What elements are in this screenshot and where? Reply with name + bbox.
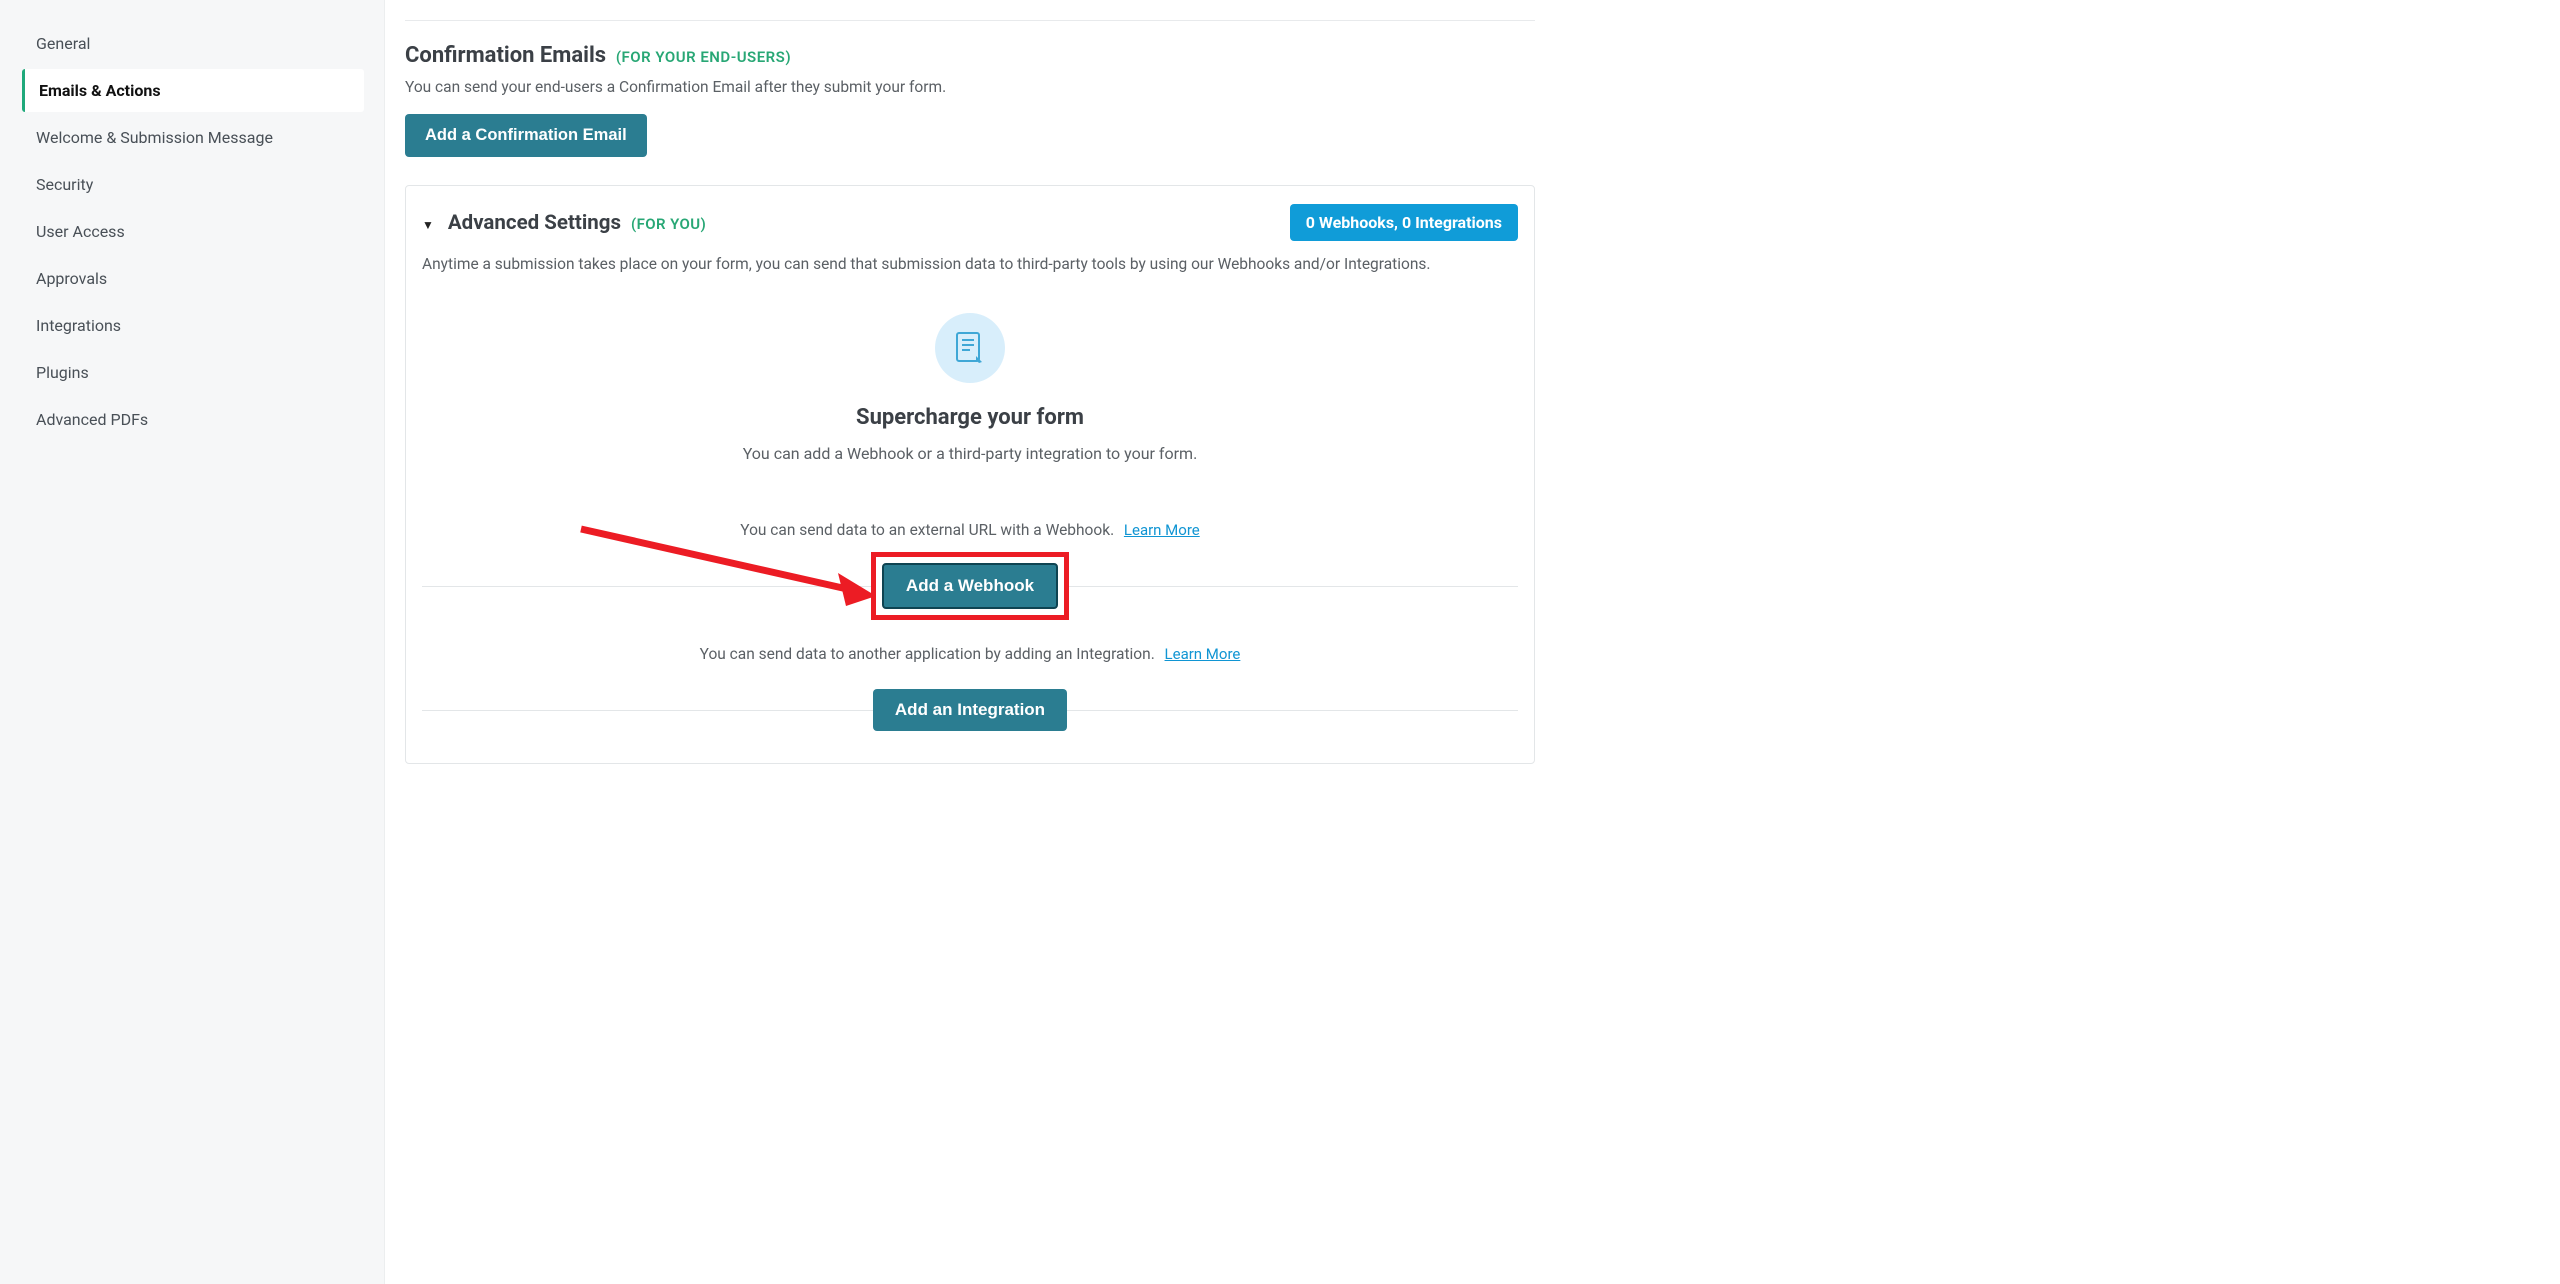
panel-title: Advanced Settings	[448, 211, 621, 235]
sidebar-item-plugins[interactable]: Plugins	[22, 351, 364, 394]
section-subtitle: (For your end-users)	[616, 48, 791, 66]
document-icon	[935, 313, 1005, 383]
integration-text: You can send data to another application…	[700, 645, 1155, 663]
integration-learn-more-link[interactable]: Learn More	[1165, 645, 1241, 663]
sidebar-item-label: Security	[36, 175, 93, 194]
integration-block: You can send data to another application…	[422, 645, 1518, 735]
empty-state: Supercharge your form You can add a Webh…	[422, 313, 1518, 463]
sidebar-item-label: Welcome & Submission Message	[36, 128, 273, 147]
advanced-settings-panel: ▼ Advanced Settings (For you) 0 Webhooks…	[405, 185, 1535, 764]
sidebar-item-integrations[interactable]: Integrations	[22, 304, 364, 347]
sidebar-item-label: Advanced PDFs	[36, 410, 148, 429]
sidebar-item-security[interactable]: Security	[22, 163, 364, 206]
sidebar-item-label: User Access	[36, 222, 125, 241]
sidebar-item-advanced-pdfs[interactable]: Advanced PDFs	[22, 398, 364, 441]
sidebar-item-label: General	[36, 34, 90, 53]
add-webhook-button[interactable]: Add a Webhook	[882, 563, 1058, 609]
webhook-block: You can send data to an external URL wit…	[422, 521, 1518, 611]
sidebar-item-label: Integrations	[36, 316, 121, 335]
sidebar-item-user-access[interactable]: User Access	[22, 210, 364, 253]
divider	[405, 20, 1535, 21]
webhook-learn-more-link[interactable]: Learn More	[1124, 521, 1200, 539]
sidebar-item-welcome-message[interactable]: Welcome & Submission Message	[22, 116, 364, 159]
empty-lead: You can add a Webhook or a third-party i…	[422, 444, 1518, 463]
panel-description: Anytime a submission takes place on your…	[422, 255, 1518, 273]
sidebar-item-label: Approvals	[36, 269, 107, 288]
panel-subtitle: (For you)	[631, 215, 706, 233]
caret-down-icon[interactable]: ▼	[422, 218, 434, 232]
settings-sidebar: General Emails & Actions Welcome & Submi…	[0, 0, 385, 1284]
empty-title: Supercharge your form	[422, 405, 1518, 430]
confirmation-emails-section: Confirmation Emails (For your end-users)…	[405, 43, 1535, 157]
main-content: Confirmation Emails (For your end-users)…	[385, 0, 1555, 1284]
sidebar-item-approvals[interactable]: Approvals	[22, 257, 364, 300]
annotation-highlight: Add a Webhook	[871, 552, 1069, 620]
sidebar-item-general[interactable]: General	[22, 22, 364, 65]
webhooks-count-badge: 0 Webhooks, 0 Integrations	[1290, 204, 1518, 241]
sidebar-item-label: Plugins	[36, 363, 89, 382]
add-integration-button[interactable]: Add an Integration	[873, 689, 1067, 731]
section-title: Confirmation Emails	[405, 43, 606, 68]
add-confirmation-email-button[interactable]: Add a Confirmation Email	[405, 114, 647, 157]
sidebar-item-emails-actions[interactable]: Emails & Actions	[22, 69, 364, 112]
sidebar-item-label: Emails & Actions	[39, 81, 161, 100]
webhook-text: You can send data to an external URL wit…	[740, 521, 1114, 539]
section-description: You can send your end-users a Confirmati…	[405, 78, 1535, 96]
